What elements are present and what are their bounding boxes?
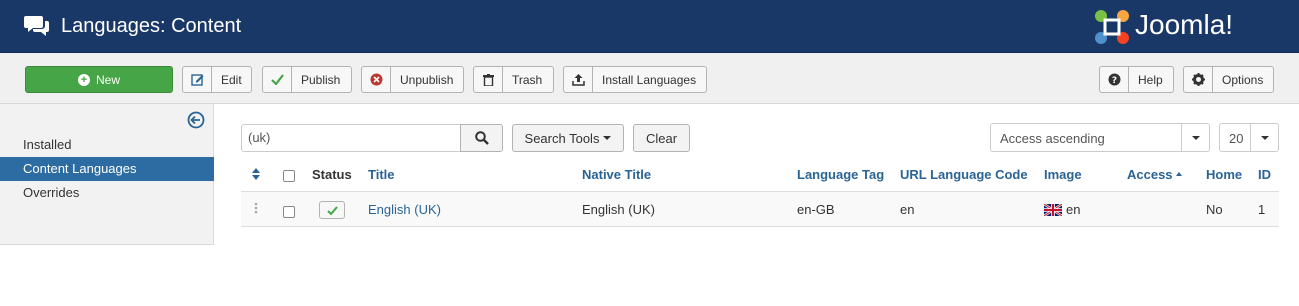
svg-text:?: ? [1111, 76, 1116, 86]
ordering-select[interactable]: Access ascending [990, 123, 1210, 152]
help-button[interactable]: ? Help [1099, 66, 1174, 93]
check-icon [263, 67, 292, 92]
caret-down-icon [1191, 135, 1200, 140]
header-access[interactable]: Access [1127, 167, 1173, 182]
row-language-tag: en-GB [797, 202, 835, 217]
sidebar: Installed Content Languages Overrides [0, 104, 214, 245]
check-icon [326, 205, 338, 215]
header-home[interactable]: Home [1206, 167, 1242, 182]
comments-icon [24, 16, 49, 36]
unpublish-button[interactable]: Unpublish [361, 66, 464, 93]
sort-asc-icon [1176, 172, 1182, 176]
header-language-tag[interactable]: Language Tag [797, 167, 884, 182]
header-status: Status [312, 167, 352, 182]
edit-button[interactable]: Edit [182, 66, 252, 93]
trash-button-label: Trash [512, 72, 543, 87]
search-tools-label: Search Tools [524, 130, 600, 146]
search-button[interactable] [460, 124, 503, 152]
select-all-checkbox[interactable] [283, 170, 295, 182]
gear-icon [1184, 67, 1213, 92]
publish-button-label: Publish [301, 72, 341, 87]
limit-select-value: 20 [1229, 131, 1244, 146]
joomla-logo-text: Joomla! [1135, 9, 1234, 40]
ordering-caret [1181, 124, 1209, 151]
row-home: No [1206, 202, 1223, 217]
row-url-code: en [900, 202, 915, 217]
joomla-logo[interactable] [1092, 8, 1132, 46]
options-button[interactable]: Options [1183, 66, 1274, 93]
header-bar: Languages: Content Joomla! [0, 0, 1299, 53]
caret-down-icon [603, 136, 612, 140]
sidebar-item-installed[interactable]: Installed [0, 133, 214, 157]
header-id[interactable]: ID [1258, 167, 1271, 182]
search-icon [474, 131, 489, 145]
new-button-label: New [95, 72, 120, 87]
clear-button[interactable]: Clear [633, 124, 690, 152]
header-image[interactable]: Image [1044, 167, 1082, 182]
plus-circle-icon: + [77, 73, 90, 86]
limit-select[interactable]: 20 [1219, 123, 1279, 152]
row-title-link[interactable]: English (UK) [368, 202, 441, 217]
trash-button[interactable]: Trash [473, 66, 554, 93]
drag-handle-icon[interactable] [254, 202, 258, 214]
uk-flag-icon [1044, 204, 1062, 216]
install-languages-button[interactable]: Install Languages [563, 66, 707, 93]
sidebar-item-content-languages[interactable]: Content Languages [0, 157, 214, 181]
row-checkbox[interactable] [283, 206, 295, 218]
row-id: 1 [1258, 202, 1266, 217]
ordering-sort-icon[interactable] [252, 168, 260, 180]
install-languages-label: Install Languages [602, 72, 697, 87]
new-button[interactable]: + New [25, 66, 173, 93]
status-toggle-button[interactable] [319, 201, 345, 219]
ordering-select-value: Access ascending [1000, 131, 1105, 146]
limit-caret [1250, 124, 1278, 151]
page-title: Languages: Content [61, 15, 242, 37]
header-title[interactable]: Title [368, 167, 395, 182]
search-tools-button[interactable]: Search Tools [512, 124, 624, 152]
search-input[interactable]: (uk) [241, 124, 461, 152]
edit-button-label: Edit [221, 72, 242, 87]
caret-down-icon [1260, 135, 1269, 140]
row-native-title: English (UK) [582, 202, 655, 217]
edit-icon [183, 67, 212, 92]
toolbar: + New Edit Publish Unpublish Trash Insta… [0, 53, 1299, 104]
header-url-language-code[interactable]: URL Language Code [900, 167, 1028, 182]
trash-icon [474, 67, 503, 92]
publish-button[interactable]: Publish [262, 66, 352, 93]
upload-icon [564, 67, 593, 92]
collapse-sidebar-icon[interactable] [187, 111, 205, 129]
help-button-label: Help [1138, 72, 1163, 87]
unpublish-button-label: Unpublish [400, 72, 454, 87]
row-image-label: en [1066, 202, 1081, 217]
options-button-label: Options [1222, 72, 1264, 87]
unpublish-icon [362, 67, 391, 92]
question-icon: ? [1100, 67, 1129, 92]
sidebar-item-overrides[interactable]: Overrides [0, 181, 214, 205]
header-native-title[interactable]: Native Title [582, 167, 651, 182]
